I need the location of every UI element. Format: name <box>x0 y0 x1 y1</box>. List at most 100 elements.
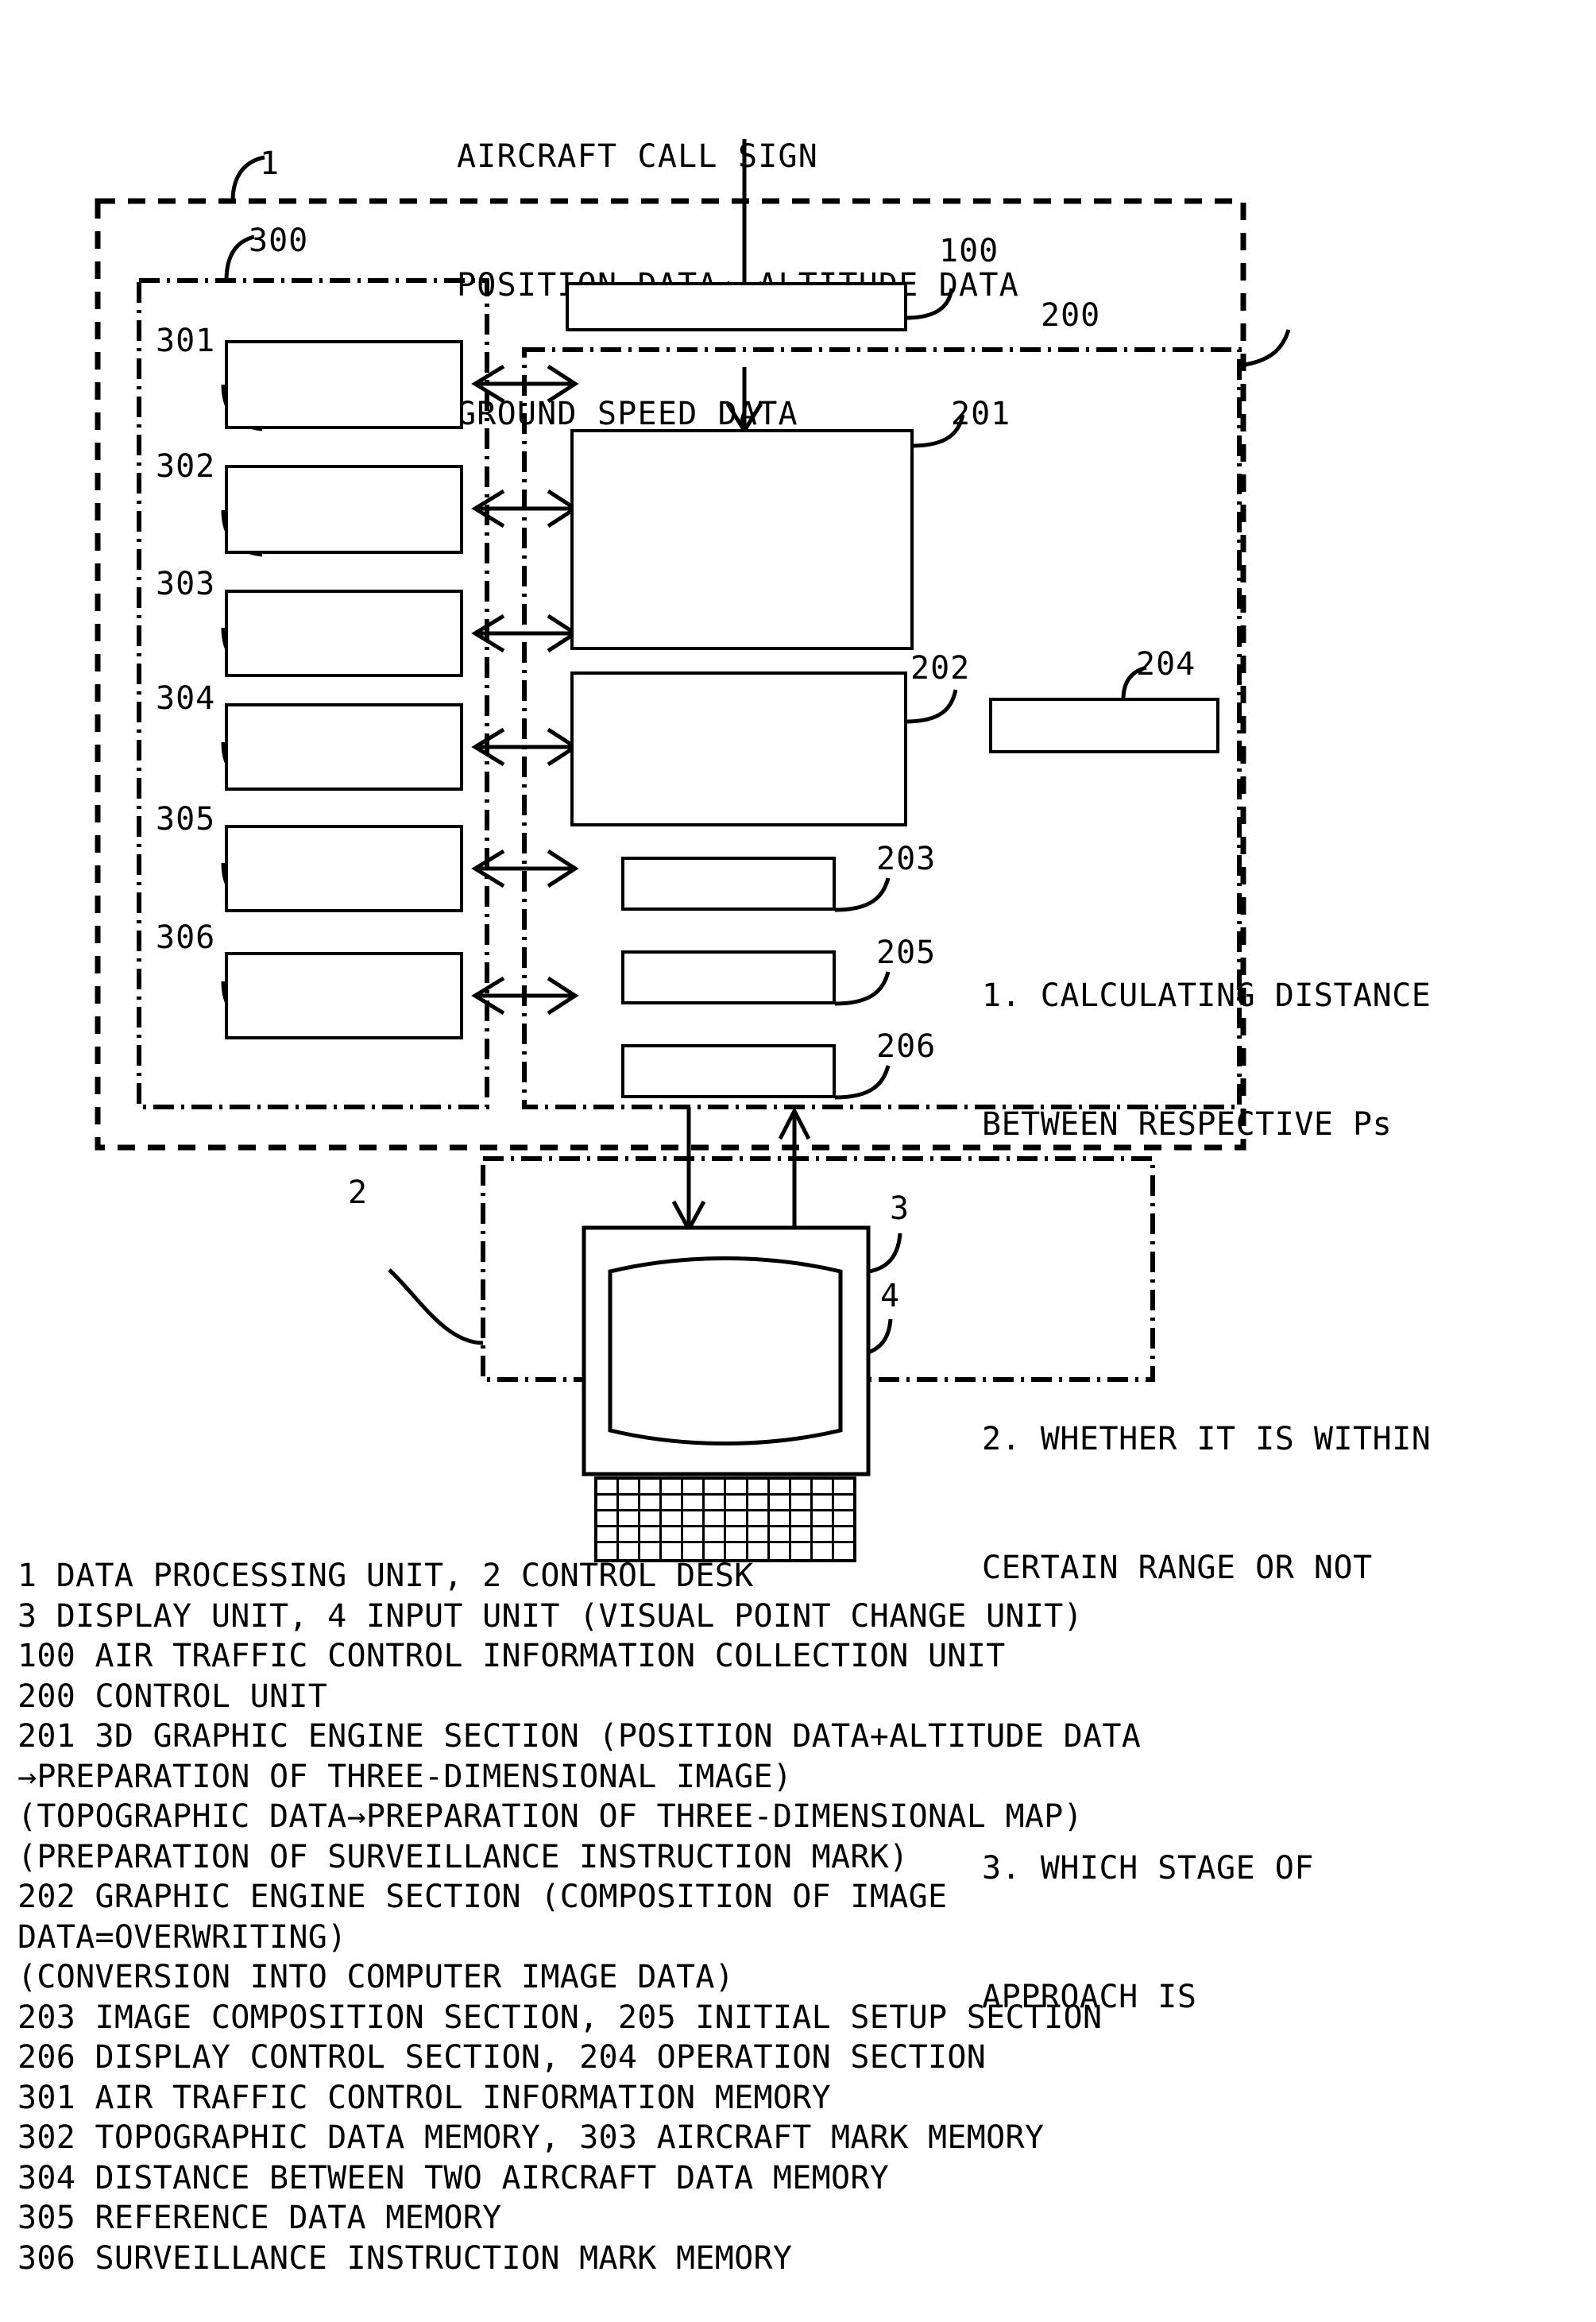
keyboard-key <box>812 1511 834 1527</box>
calc-list-item-2-line-1: 2. WHETHER IT IS WITHIN <box>982 1421 1432 1457</box>
leader-line-203 <box>834 877 891 912</box>
keyboard-key <box>683 1511 705 1527</box>
legend-line-18: 306 SURVEILLANCE INSTRUCTION MARK MEMORY <box>17 2239 793 2277</box>
calc-list-item-3-line-2: APPROACH IS <box>982 1979 1197 2015</box>
ref-label-200: 200 <box>1041 297 1101 334</box>
block-204-operation-section <box>989 698 1219 753</box>
ref-label-202: 202 <box>910 650 971 687</box>
block-303-aircraft-mark-memory <box>225 590 463 677</box>
keyboard-key <box>619 1480 641 1496</box>
keyboard-key <box>662 1480 684 1496</box>
legend-line-11: (CONVERSION INTO COMPUTER IMAGE DATA) <box>17 1959 735 1995</box>
keyboard-key <box>790 1496 813 1511</box>
legend-line-3: 100 AIR TRAFFIC CONTROL INFORMATION COLL… <box>17 1638 1006 1674</box>
keyboard-key <box>726 1480 748 1496</box>
keyboard-key <box>597 1527 620 1543</box>
keyboard-key <box>833 1480 853 1496</box>
leader-line-205 <box>834 971 891 1006</box>
keyboard-key <box>726 1511 748 1527</box>
block-304-distance-between-two-aircraft-data-memory <box>225 703 463 791</box>
legend-line-17: 305 REFERENCE DATA MEMORY <box>17 2200 502 2236</box>
ref-label-300: 300 <box>249 223 309 259</box>
calc-list-item-2-line-2: CERTAIN RANGE OR NOT <box>982 1550 1373 1586</box>
keyboard-key <box>705 1496 727 1511</box>
keyboard-key <box>833 1511 853 1527</box>
keyboard-key <box>619 1496 641 1511</box>
calc-list-item-3: 3. WHICH STAGE OF APPROACH IS <box>982 1761 1431 2104</box>
keyboard-key <box>705 1511 727 1527</box>
keyboard-key <box>833 1527 853 1543</box>
legend-line-8: (PREPARATION OF SURVEILLANCE INSTRUCTION… <box>17 1838 909 1875</box>
block-206-display-control-section <box>621 1044 836 1098</box>
ref-label-100: 100 <box>939 233 999 269</box>
ref-label-203: 203 <box>876 841 937 877</box>
keyboard-key <box>597 1496 620 1511</box>
keyboard-key <box>748 1496 770 1511</box>
legend-line-10: DATA=OVERWRITING) <box>17 1918 347 1956</box>
keyboard-key <box>619 1527 641 1543</box>
leader-line-206 <box>834 1065 891 1100</box>
calc-list-item-1-line-1: 1. CALCULATING DISTANCE <box>982 977 1432 1014</box>
block-205-initial-setup-section <box>621 950 836 1004</box>
block-202-graphic-engine-section <box>570 671 907 826</box>
bidir-arrow-306 <box>471 976 579 1016</box>
keyboard-key <box>812 1480 834 1496</box>
legend-line-9: 202 GRAPHIC ENGINE SECTION (COMPOSITION … <box>17 1879 948 1915</box>
keyboard-key <box>769 1480 791 1496</box>
keyboard-key <box>748 1511 770 1527</box>
keyboard-key <box>662 1496 684 1511</box>
keyboard-key <box>726 1496 748 1511</box>
leader-line-200 <box>1239 329 1291 368</box>
keyboard-key <box>705 1527 727 1543</box>
ref-label-305: 305 <box>156 801 216 838</box>
keyboard-key <box>790 1527 813 1543</box>
legend-line-12: 203 IMAGE COMPOSITION SECTION, 205 INITI… <box>17 1999 1103 2036</box>
ref-label-205: 205 <box>876 935 937 971</box>
leader-line-3 <box>868 1233 902 1274</box>
block-305-reference-data-memory <box>225 825 463 912</box>
ref-label-301: 301 <box>156 323 216 359</box>
keyboard-key <box>769 1496 791 1511</box>
legend-line-7: (TOPOGRAPHIC DATA→PREPARATION OF THREE-D… <box>17 1798 1084 1835</box>
block-100-air-traffic-control-information-collection-unit <box>566 282 907 331</box>
ref-label-4: 4 <box>880 1278 901 1314</box>
calc-list-item-1-line-2: BETWEEN RESPECTIVE Ps <box>982 1106 1393 1143</box>
leader-line-2 <box>388 1268 484 1345</box>
keyboard-key <box>683 1480 705 1496</box>
legend-line-15: 302 TOPOGRAPHIC DATA MEMORY, 303 AIRCRAF… <box>17 2119 1045 2156</box>
control-unit-function-list: 1. CALCULATING DISTANCE BETWEEN RESPECTI… <box>982 803 1431 2190</box>
ref-label-204: 204 <box>1136 646 1196 683</box>
keyboard-key <box>748 1527 770 1543</box>
bidir-arrow-301 <box>471 364 579 404</box>
ref-label-2: 2 <box>348 1175 369 1211</box>
arrow-100-to-201 <box>725 367 763 435</box>
ref-label-206: 206 <box>876 1028 937 1065</box>
arrow-input-to-control-unit <box>778 1106 811 1228</box>
keyboard-key <box>726 1527 748 1543</box>
keyboard-key <box>597 1480 620 1496</box>
block-diagram: 1 300 100 200 201 202 203 205 206 204 30… <box>0 0 1596 2015</box>
ref-label-1: 1 <box>260 145 280 182</box>
legend-line-16: 304 DISTANCE BETWEEN TWO AIRCRAFT DATA M… <box>17 2159 890 2196</box>
ref-label-302: 302 <box>156 448 216 485</box>
block-201-3d-graphic-engine-section <box>570 429 914 650</box>
input-unit-keyboard-graphic <box>594 1476 856 1562</box>
leader-line-100 <box>905 288 954 320</box>
keyboard-key <box>640 1527 663 1543</box>
keyboard-key <box>640 1480 663 1496</box>
ref-label-3: 3 <box>890 1190 910 1227</box>
keyboard-key <box>705 1480 727 1496</box>
keyboard-row <box>597 1480 853 1496</box>
legend-line-13: 206 DISPLAY CONTROL SECTION, 204 OPERATI… <box>17 2039 987 2076</box>
keyboard-key <box>597 1511 620 1527</box>
calc-list-item-1: 1. CALCULATING DISTANCE BETWEEN RESPECTI… <box>982 888 1431 1232</box>
keyboard-key <box>619 1511 641 1527</box>
keyboard-key <box>662 1527 684 1543</box>
keyboard-key <box>812 1496 834 1511</box>
ref-label-304: 304 <box>156 680 216 717</box>
legend-line-6: →PREPARATION OF THREE-DIMENSIONAL IMAGE) <box>17 1758 793 1795</box>
keyboard-key <box>683 1496 705 1511</box>
block-301-air-traffic-control-information-memory <box>225 340 463 429</box>
display-unit-graphic <box>582 1225 871 1476</box>
reference-numeral-legend: 1 DATA PROCESSING UNIT, 2 CONTROL DESK 3 … <box>17 1556 1141 2278</box>
